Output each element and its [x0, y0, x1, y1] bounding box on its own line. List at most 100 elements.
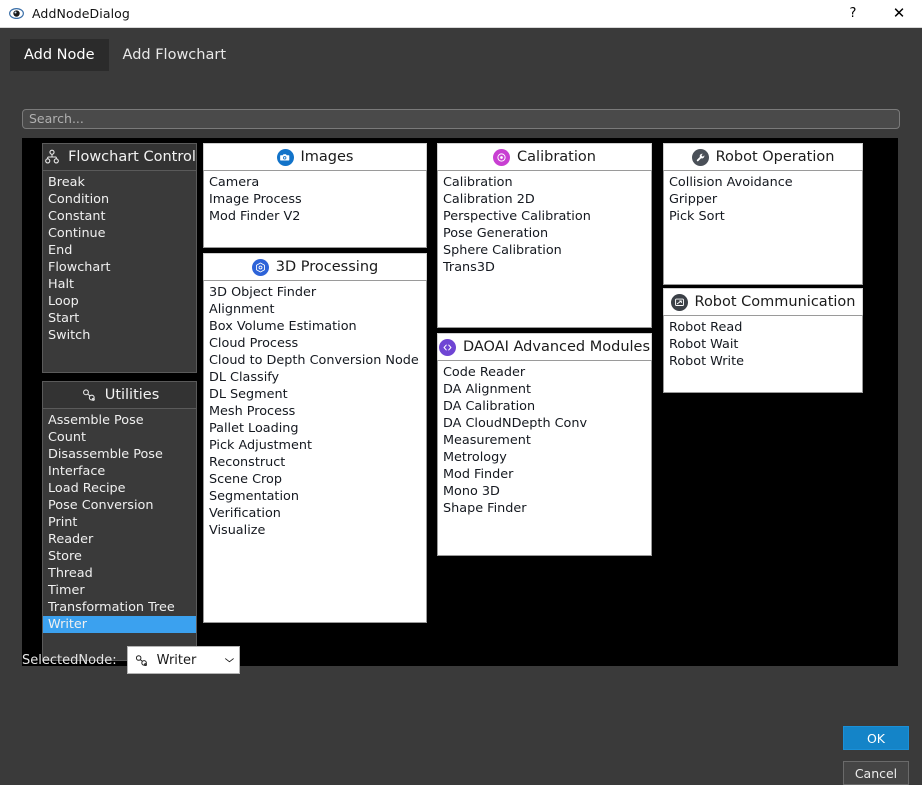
tab-add-node[interactable]: Add Node: [10, 39, 109, 71]
list-item[interactable]: Mesh Process: [204, 403, 426, 420]
list-item[interactable]: Calibration: [438, 174, 651, 191]
list-item[interactable]: Robot Wait: [664, 336, 862, 353]
panel-robot-communication-list[interactable]: Robot Read Robot Wait Robot Write: [663, 315, 863, 393]
target-icon: [493, 148, 511, 166]
panel-utilities-list[interactable]: Assemble Pose Count Disassemble Pose Interf…: [42, 408, 197, 661]
list-item[interactable]: Code Reader: [438, 364, 651, 381]
list-item[interactable]: DA Calibration: [438, 398, 651, 415]
window-controls: ? ✕: [830, 0, 922, 28]
list-item[interactable]: Calibration 2D: [438, 191, 651, 208]
list-item[interactable]: Store: [43, 548, 196, 565]
list-item[interactable]: Constant: [43, 208, 196, 225]
tab-add-flowchart-label: Add Flowchart: [122, 47, 227, 63]
list-item[interactable]: Trans3D: [438, 259, 651, 276]
list-item[interactable]: End: [43, 242, 196, 259]
list-item[interactable]: 3D Object Finder: [204, 284, 426, 301]
list-item[interactable]: Halt: [43, 276, 196, 293]
list-item[interactable]: Timer: [43, 582, 196, 599]
list-item[interactable]: Shape Finder: [438, 500, 651, 517]
list-item[interactable]: Camera: [204, 174, 426, 191]
list-item[interactable]: Segmentation: [204, 488, 426, 505]
panel-utilities-header: Utilities: [42, 381, 197, 408]
list-item[interactable]: Disassemble Pose: [43, 446, 196, 463]
list-item[interactable]: Collision Avoidance: [664, 174, 862, 191]
search-input[interactable]: [22, 108, 900, 129]
tab-add-node-label: Add Node: [24, 47, 95, 63]
list-item[interactable]: Load Recipe: [43, 480, 196, 497]
list-item[interactable]: DA Alignment: [438, 381, 651, 398]
list-item[interactable]: Writer: [43, 616, 196, 633]
panel-calibration-list[interactable]: Calibration Calibration 2D Perspective Cal…: [437, 170, 652, 328]
list-item[interactable]: Image Process: [204, 191, 426, 208]
panel-robot-operation-list[interactable]: Collision Avoidance Gripper Pick Sort: [663, 170, 863, 285]
panel-3d-processing-list[interactable]: 3D Object Finder Alignment Box Volume Esti…: [203, 280, 427, 623]
selected-node-combobox[interactable]: Writer ⌵: [126, 646, 240, 674]
panel-flowchart-control-list[interactable]: Break Condition Constant Continue End Flowcha…: [42, 170, 197, 373]
list-item[interactable]: Alignment: [204, 301, 426, 318]
ok-button[interactable]: OK: [843, 726, 909, 750]
cancel-button[interactable]: Cancel: [843, 761, 909, 785]
list-item[interactable]: Pallet Loading: [204, 420, 426, 437]
list-item[interactable]: Condition: [43, 191, 196, 208]
tab-bar: Add Node Add Flowchart: [10, 39, 240, 71]
panel-calibration-header: Calibration: [437, 143, 652, 170]
panel-robot-communication-header: Robot Communication: [663, 288, 863, 315]
list-item[interactable]: Robot Write: [664, 353, 862, 370]
list-item[interactable]: Reader: [43, 531, 196, 548]
list-item[interactable]: DL Classify: [204, 369, 426, 386]
hierarchy-icon: [43, 148, 61, 166]
list-item[interactable]: Box Volume Estimation: [204, 318, 426, 335]
list-item[interactable]: Pose Generation: [438, 225, 651, 242]
list-item[interactable]: Cloud to Depth Conversion Node: [204, 352, 426, 369]
list-item[interactable]: DL Segment: [204, 386, 426, 403]
list-item[interactable]: Mono 3D: [438, 483, 651, 500]
list-item[interactable]: Loop: [43, 293, 196, 310]
list-item[interactable]: Thread: [43, 565, 196, 582]
panel-flowchart-control-header: Flowchart Control: [42, 143, 197, 170]
tab-add-flowchart[interactable]: Add Flowchart: [109, 39, 240, 71]
panel-images-list[interactable]: Camera Image Process Mod Finder V2: [203, 170, 427, 248]
list-item[interactable]: Transformation Tree: [43, 599, 196, 616]
list-item[interactable]: Gripper: [664, 191, 862, 208]
close-button[interactable]: ✕: [876, 0, 922, 28]
list-item[interactable]: Measurement: [438, 432, 651, 449]
list-item[interactable]: Count: [43, 429, 196, 446]
selected-node-row: SelectedNode: Writer ⌵: [22, 646, 240, 674]
list-item[interactable]: Verification: [204, 505, 426, 522]
list-item[interactable]: Interface: [43, 463, 196, 480]
list-item[interactable]: Pick Sort: [664, 208, 862, 225]
list-item[interactable]: Assemble Pose: [43, 412, 196, 429]
selected-node-value: Writer: [156, 652, 197, 668]
list-item[interactable]: Cloud Process: [204, 335, 426, 352]
panel-images: Images Camera Image Process Mod Finder V2: [203, 143, 427, 248]
list-item[interactable]: Break: [43, 174, 196, 191]
list-item[interactable]: Mod Finder V2: [204, 208, 426, 225]
list-item[interactable]: Metrology: [438, 449, 651, 466]
search-box: [22, 108, 900, 129]
panel-robot-operation-header: Robot Operation: [663, 143, 863, 170]
code-brackets-icon: [438, 338, 456, 356]
help-button[interactable]: ?: [830, 0, 876, 28]
list-item[interactable]: Switch: [43, 327, 196, 344]
panel-robot-operation: Robot Operation Collision Avoidance Gripp…: [663, 143, 863, 285]
list-item[interactable]: Pick Adjustment: [204, 437, 426, 454]
panel-flowchart-control-title: Flowchart Control: [68, 148, 196, 165]
list-item[interactable]: Pose Conversion: [43, 497, 196, 514]
list-item[interactable]: Perspective Calibration: [438, 208, 651, 225]
title-bar: AddNodeDialog ? ✕: [0, 0, 922, 28]
list-item[interactable]: Mod Finder: [438, 466, 651, 483]
list-item[interactable]: Visualize: [204, 522, 426, 539]
list-item[interactable]: Robot Read: [664, 319, 862, 336]
panel-robot-communication: Robot Communication Robot Read Robot Wait…: [663, 288, 863, 393]
list-item[interactable]: Print: [43, 514, 196, 531]
terminal-screen-icon: [670, 293, 688, 311]
list-item[interactable]: Continue: [43, 225, 196, 242]
list-item[interactable]: Start: [43, 310, 196, 327]
list-item[interactable]: Scene Crop: [204, 471, 426, 488]
list-item[interactable]: DA CloudNDepth Conv: [438, 415, 651, 432]
panel-daoai-advanced-modules-list[interactable]: Code Reader DA Alignment DA Calibration DA …: [437, 360, 652, 556]
panel-robot-operation-title: Robot Operation: [715, 148, 835, 165]
list-item[interactable]: Sphere Calibration: [438, 242, 651, 259]
list-item[interactable]: Reconstruct: [204, 454, 426, 471]
list-item[interactable]: Flowchart: [43, 259, 196, 276]
